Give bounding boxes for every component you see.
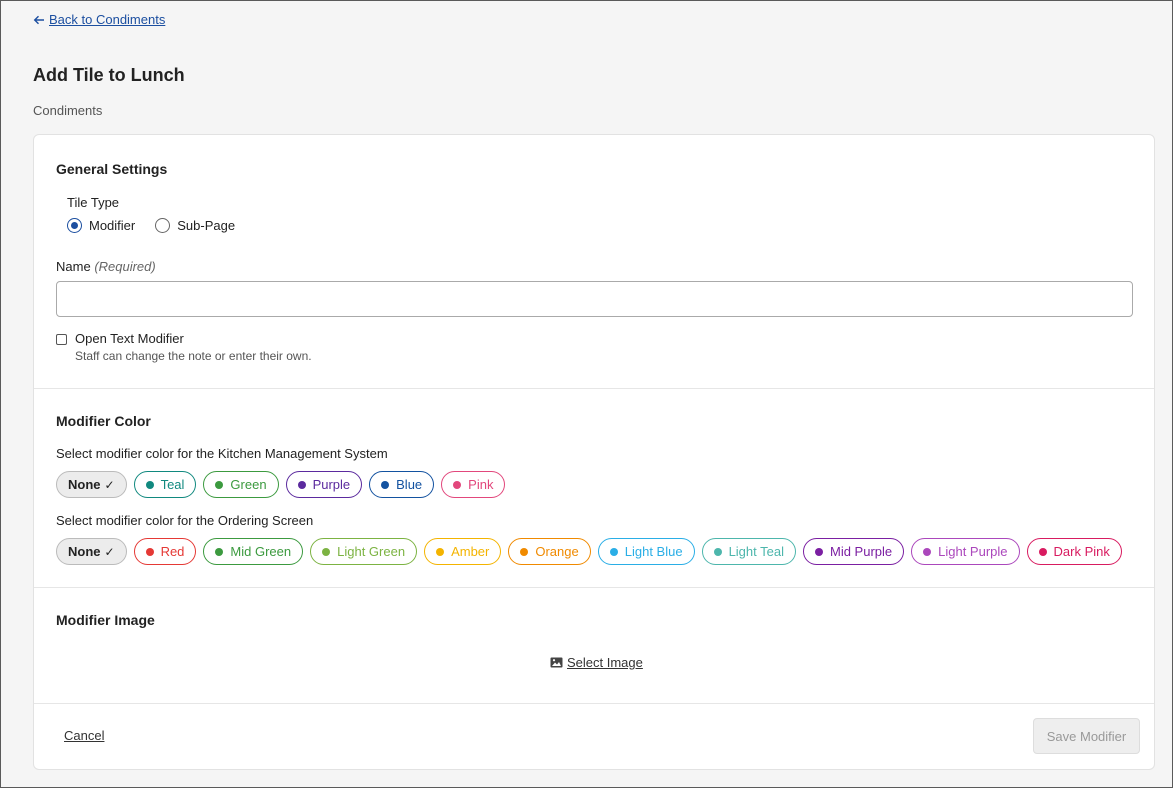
color-dot-icon — [381, 480, 390, 489]
tile-type-radio-group: Modifier Sub-Page — [67, 218, 235, 233]
ordering-screen-color-label: Select modifier color for the Ordering S… — [56, 513, 314, 528]
kms-color-pink-chip[interactable]: Pink — [441, 471, 506, 498]
color-dot-icon — [297, 480, 306, 489]
cancel-link[interactable]: Cancel — [64, 728, 104, 743]
select-image-link[interactable]: Select Image — [550, 655, 643, 670]
tile-type-modifier-radio[interactable]: Modifier — [67, 218, 135, 233]
chip-label: Light Teal — [728, 544, 784, 559]
chip-label: None — [68, 544, 101, 559]
modifier-image-section: Modifier Image Select Image — [34, 588, 1154, 704]
tile-type-subpage-radio[interactable]: Sub-Page — [155, 218, 235, 233]
kms-color-label: Select modifier color for the Kitchen Ma… — [56, 446, 388, 461]
color-dot-icon — [453, 480, 462, 489]
chip-label: Pink — [468, 477, 494, 492]
screen-color-light-blue-chip[interactable]: Light Blue — [597, 538, 695, 565]
color-dot-icon — [145, 547, 154, 556]
open-text-modifier-label: Open Text Modifier — [75, 331, 184, 346]
arrow-left-icon — [33, 15, 44, 24]
name-field-label: Name (Required) — [56, 259, 156, 274]
form-footer: Cancel Save Modifier — [34, 704, 1154, 770]
kms-color-options: None ✓ Teal Green Purple Blue Pink — [56, 471, 506, 498]
modifier-color-title: Modifier Color — [56, 413, 151, 429]
select-image-label: Select Image — [567, 655, 643, 670]
kms-color-purple-chip[interactable]: Purple — [285, 471, 363, 498]
screen-color-dark-pink-chip[interactable]: Dark Pink — [1026, 538, 1122, 565]
checkmark-icon: ✓ — [104, 477, 115, 492]
radio-indicator — [67, 218, 82, 233]
chip-label: Mid Purple — [829, 544, 893, 559]
chip-label: Light Purple — [938, 544, 1008, 559]
kms-color-green-chip[interactable]: Green — [203, 471, 279, 498]
kms-color-teal-chip[interactable]: Teal — [133, 471, 197, 498]
image-icon — [550, 657, 563, 668]
chip-label: Green — [230, 477, 267, 492]
chip-label: Light Green — [337, 544, 406, 559]
chip-label: Mid Green — [230, 544, 292, 559]
general-settings-section: General Settings Tile Type Modifier Sub-… — [34, 135, 1154, 389]
chip-label: None — [68, 477, 101, 492]
chip-label: Orange — [535, 544, 579, 559]
color-dot-icon — [1038, 547, 1047, 556]
color-dot-icon — [145, 480, 154, 489]
chip-label: Dark Pink — [1053, 544, 1110, 559]
color-dot-icon — [814, 547, 823, 556]
ordering-screen-color-options: None ✓ Red Mid Green Light Green Amber Orang… — [56, 538, 1122, 565]
tile-type-label: Tile Type — [67, 195, 120, 210]
screen-color-mid-purple-chip[interactable]: Mid Purple — [802, 538, 905, 565]
back-link-label: Back to Condiments — [49, 12, 166, 27]
open-text-modifier-checkbox[interactable] — [56, 334, 67, 345]
chip-label: Red — [160, 544, 185, 559]
color-dot-icon — [520, 547, 529, 556]
chip-label: Purple — [312, 477, 351, 492]
screen-color-light-green-chip[interactable]: Light Green — [310, 538, 418, 565]
general-settings-title: General Settings — [56, 161, 168, 177]
save-modifier-button[interactable]: Save Modifier — [1033, 718, 1140, 754]
chip-label: Light Blue — [624, 544, 683, 559]
kms-color-blue-chip[interactable]: Blue — [369, 471, 435, 498]
color-dot-icon — [215, 547, 224, 556]
chip-label: Blue — [396, 477, 423, 492]
color-dot-icon — [215, 480, 224, 489]
radio-label: Modifier — [89, 218, 136, 233]
radio-label: Sub-Page — [177, 218, 236, 233]
checkmark-icon: ✓ — [104, 544, 115, 559]
screen-color-light-teal-chip[interactable]: Light Teal — [701, 538, 796, 565]
modifier-image-title: Modifier Image — [56, 612, 155, 628]
screen-color-light-purple-chip[interactable]: Light Purple — [911, 538, 1020, 565]
color-dot-icon — [436, 547, 445, 556]
screen-color-mid-green-chip[interactable]: Mid Green — [203, 538, 304, 565]
name-input[interactable] — [56, 281, 1133, 317]
color-dot-icon — [713, 547, 722, 556]
screen-color-none-chip[interactable]: None ✓ — [56, 538, 127, 565]
kms-color-none-chip[interactable]: None ✓ — [56, 471, 127, 498]
tile-form-card: General Settings Tile Type Modifier Sub-… — [33, 134, 1155, 770]
name-label-text: Name — [56, 259, 91, 274]
radio-indicator — [155, 218, 171, 233]
screen-color-amber-chip[interactable]: Amber — [424, 538, 502, 565]
chip-label: Teal — [160, 477, 185, 492]
required-note: (Required) — [94, 259, 156, 274]
chip-label: Amber — [451, 544, 490, 559]
screen-color-red-chip[interactable]: Red — [133, 538, 197, 565]
color-dot-icon — [609, 547, 618, 556]
page-subtitle: Condiments — [33, 103, 103, 118]
screen-color-orange-chip[interactable]: Orange — [508, 538, 591, 565]
modifier-color-section: Modifier Color Select modifier color for… — [34, 389, 1154, 588]
color-dot-icon — [923, 547, 932, 556]
color-dot-icon — [322, 547, 331, 556]
page-title: Add Tile to Lunch — [33, 65, 185, 85]
back-to-condiments-link[interactable]: Back to Condiments — [33, 12, 165, 27]
open-text-modifier-hint: Staff can change the note or enter their… — [75, 349, 312, 363]
